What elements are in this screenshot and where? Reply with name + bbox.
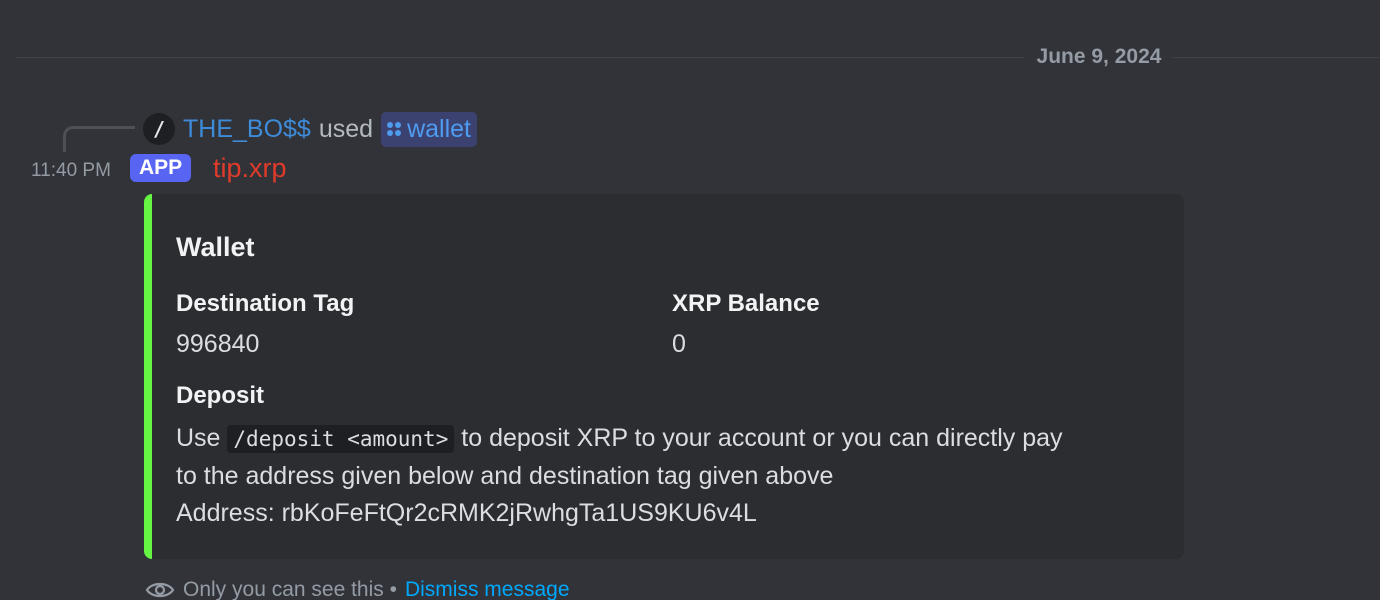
command-chip[interactable]: wallet — [381, 111, 477, 147]
reply-connector — [63, 126, 135, 152]
embed-accent-bar — [144, 194, 152, 559]
field-deposit-name: Deposit — [176, 382, 265, 409]
ephemeral-footer: Only you can see this • Dismiss message — [145, 578, 570, 600]
wallet-embed: Wallet Destination Tag 996840 XRP Balanc… — [144, 194, 1184, 559]
ephemeral-notice: Only you can see this • — [183, 578, 397, 600]
app-tag: APP — [130, 154, 192, 182]
field-destination-tag-name: Destination Tag — [176, 290, 355, 317]
message-timestamp[interactable]: 11:40 PM — [31, 160, 111, 182]
command-used-label: used — [318, 114, 374, 143]
author-name[interactable]: tip.xrp — [213, 153, 287, 184]
deposit-description: Use /deposit <amount> to deposit XRP to … — [176, 420, 1156, 532]
command-user[interactable]: THE_BO$$ — [183, 115, 311, 144]
deposit-line-2: to the address given below and destinati… — [176, 462, 834, 490]
deposit-address: Address: rbKoFeFtQr2cRMK2jRwhgTa1US9KU6v… — [176, 499, 757, 527]
date-divider-line-right — [1172, 57, 1380, 58]
deposit-command-code: /deposit <amount> — [227, 425, 455, 453]
slash-command-icon: / — [143, 113, 175, 145]
chat-area: June 9, 2024 / THE_BO$$ used wallet 11:4… — [0, 0, 1380, 600]
field-destination-tag-value: 996840 — [176, 330, 260, 358]
eye-icon — [145, 582, 175, 598]
app-command-icon — [387, 122, 402, 136]
date-divider: June 9, 2024 — [1036, 45, 1162, 68]
field-xrp-balance-name: XRP Balance — [672, 290, 820, 317]
embed-title: Wallet — [176, 232, 255, 262]
deposit-line-1: Use /deposit <amount> to deposit XRP to … — [176, 424, 1063, 453]
dismiss-message-link[interactable]: Dismiss message — [405, 578, 570, 600]
command-name: wallet — [407, 114, 471, 143]
field-xrp-balance-value: 0 — [672, 330, 686, 358]
command-usage: / THE_BO$$ used wallet — [143, 111, 477, 147]
date-divider-line-left — [16, 57, 1024, 58]
